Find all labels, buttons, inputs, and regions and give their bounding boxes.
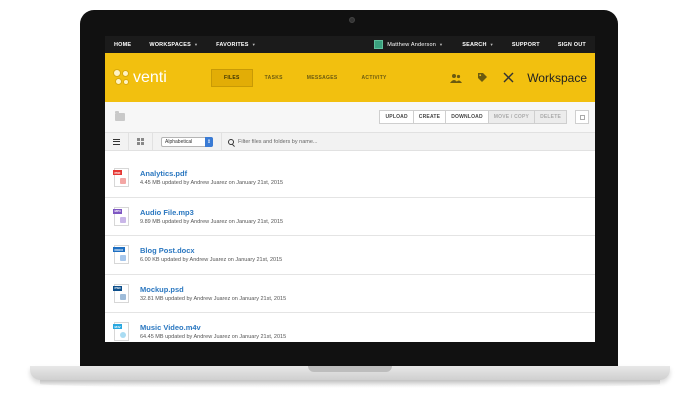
logo[interactable]: venti [113,68,203,87]
users-icon[interactable] [449,71,463,85]
file-name[interactable]: Audio File.mp3 [140,208,283,217]
file-meta: 9.89 MB updated by Andrew Juarez on Janu… [140,218,284,225]
nav-support[interactable]: SUPPORT [503,36,549,53]
pdf-file-icon: PDF [113,168,129,188]
nav-home-label: HOME [114,41,132,48]
move-copy-button[interactable]: MOVE / COPY [487,110,536,124]
filter-bar: Alphabetical ⇕ Filter files and folders … [105,132,595,151]
sort-select[interactable]: Alphabetical ⇕ [161,136,213,147]
file-meta: 4.45 MB updated by Andrew Juarez on Janu… [140,180,284,187]
docx-file-icon: DOCX [113,245,129,265]
file-list: PDF Analytics.pdf 4.45 MB updated by And… [105,159,595,342]
m4v-file-icon: M4V [113,322,129,342]
file-row-mockup[interactable]: PSD Mockup.psd 32.81 MB updated by Andre… [105,275,595,313]
file-row-blog-post[interactable]: DOCX Blog Post.docx 6.00 KB updated by A… [105,236,595,275]
file-row-analytics[interactable]: PDF Analytics.pdf 4.45 MB updated by And… [105,159,595,198]
file-row-music-video[interactable]: M4V Music Video.m4v 64.45 MB updated by … [105,313,595,342]
laptop-notch [308,366,392,372]
nav-workspaces-label: WORKSPACES [149,41,191,48]
nav-favorites[interactable]: FAVORITES ▼ [207,36,265,53]
screen: HOME WORKSPACES ▼ FAVORITES ▼ Matthew Ande… [105,36,595,342]
file-name[interactable]: Blog Post.docx [140,246,282,255]
tab-files[interactable]: FILES [211,68,253,87]
chevron-down-icon: ▼ [439,42,444,47]
nav-favorites-label: FAVORITES [216,41,249,48]
tabs: FILES TASKS MESSAGES ACTIVITY [211,68,399,87]
move-copy-label: MOVE / COPY [493,114,530,120]
tools-icon[interactable] [501,71,515,85]
file-name[interactable]: Mockup.psd [140,285,286,294]
tab-files-label: FILES [224,74,240,81]
tab-activity-label: ACTIVITY [361,74,387,81]
psd-file-icon: PSD [113,283,129,303]
brand-header: venti FILES TASKS MESSAGES ACTIVITY Work… [105,53,595,102]
file-name[interactable]: Music Video.m4v [140,323,286,332]
avatar [374,40,384,49]
grid-view-button[interactable] [129,132,153,151]
create-label: CREATE [418,114,441,120]
nav-support-label: SUPPORT [511,41,540,48]
sort-select-value: Alphabetical [165,138,193,145]
grid-icon [137,138,144,145]
tab-activity[interactable]: ACTIVITY [350,69,399,87]
file-meta: 64.45 MB updated by Andrew Juarez on Jan… [140,334,287,341]
folder-icon[interactable] [115,111,125,121]
page-title: Workspace [527,70,587,85]
file-meta: 6.00 KB updated by Andrew Juarez on Janu… [140,257,283,264]
nav-sign-out[interactable]: SIGN OUT [549,36,595,53]
chevron-down-icon: ▼ [251,42,256,47]
filter-input-placeholder: Filter files and folders by name... [238,138,318,145]
upload-button[interactable]: UPLOAD [379,110,414,124]
user-menu[interactable]: Matthew Anderson ▼ [364,40,453,49]
tab-messages-label: MESSAGES [306,74,338,81]
top-nav: HOME WORKSPACES ▼ FAVORITES ▼ Matthew Ande… [105,36,595,53]
user-name: Matthew Anderson [387,41,437,48]
mp3-file-icon: MP3 [113,206,129,226]
search-icon [228,138,234,145]
select-all-checkbox[interactable] [575,110,589,124]
top-nav-right: Matthew Anderson ▼ SEARCH ▼ SUPPORT SIGN … [364,36,595,53]
action-button-group: UPLOAD CREATE DOWNLOAD MOVE / COPY DELET… [379,110,589,124]
chevron-down-icon: ▼ [193,42,199,47]
list-icon [113,138,120,145]
brand-tools: Workspace [443,71,587,85]
logo-mark-icon [113,68,131,87]
camera [349,17,355,23]
logo-text: venti [133,68,167,86]
delete-button[interactable]: DELETE [534,110,567,124]
action-toolbar: UPLOAD CREATE DOWNLOAD MOVE / COPY DELET… [105,102,595,133]
nav-workspaces[interactable]: WORKSPACES ▼ [140,36,207,53]
file-row-audio[interactable]: MP3 Audio File.mp3 9.89 MB updated by An… [105,198,595,236]
file-meta: 32.81 MB updated by Andrew Juarez on Jan… [140,295,287,302]
list-view-button[interactable] [105,132,129,151]
laptop-shadow [40,380,660,388]
nav-search[interactable]: SEARCH ▼ [453,36,503,53]
nav-home[interactable]: HOME [105,36,140,53]
tab-tasks[interactable]: TASKS [253,69,295,87]
download-button[interactable]: DOWNLOAD [445,110,489,124]
tag-icon[interactable] [475,71,489,85]
tab-messages[interactable]: MESSAGES [295,69,350,87]
download-label: DOWNLOAD [451,114,483,120]
chevron-updown-icon: ⇕ [205,136,213,147]
tab-tasks-label: TASKS [264,74,283,81]
nav-sign-out-label: SIGN OUT [557,41,586,48]
create-button[interactable]: CREATE [412,110,447,124]
upload-label: UPLOAD [385,114,408,120]
file-name[interactable]: Analytics.pdf [140,169,283,178]
nav-search-label: SEARCH [462,41,487,48]
chevron-down-icon: ▼ [489,42,494,47]
filter-search[interactable]: Filter files and folders by name... [221,132,595,151]
delete-label: DELETE [540,114,561,120]
